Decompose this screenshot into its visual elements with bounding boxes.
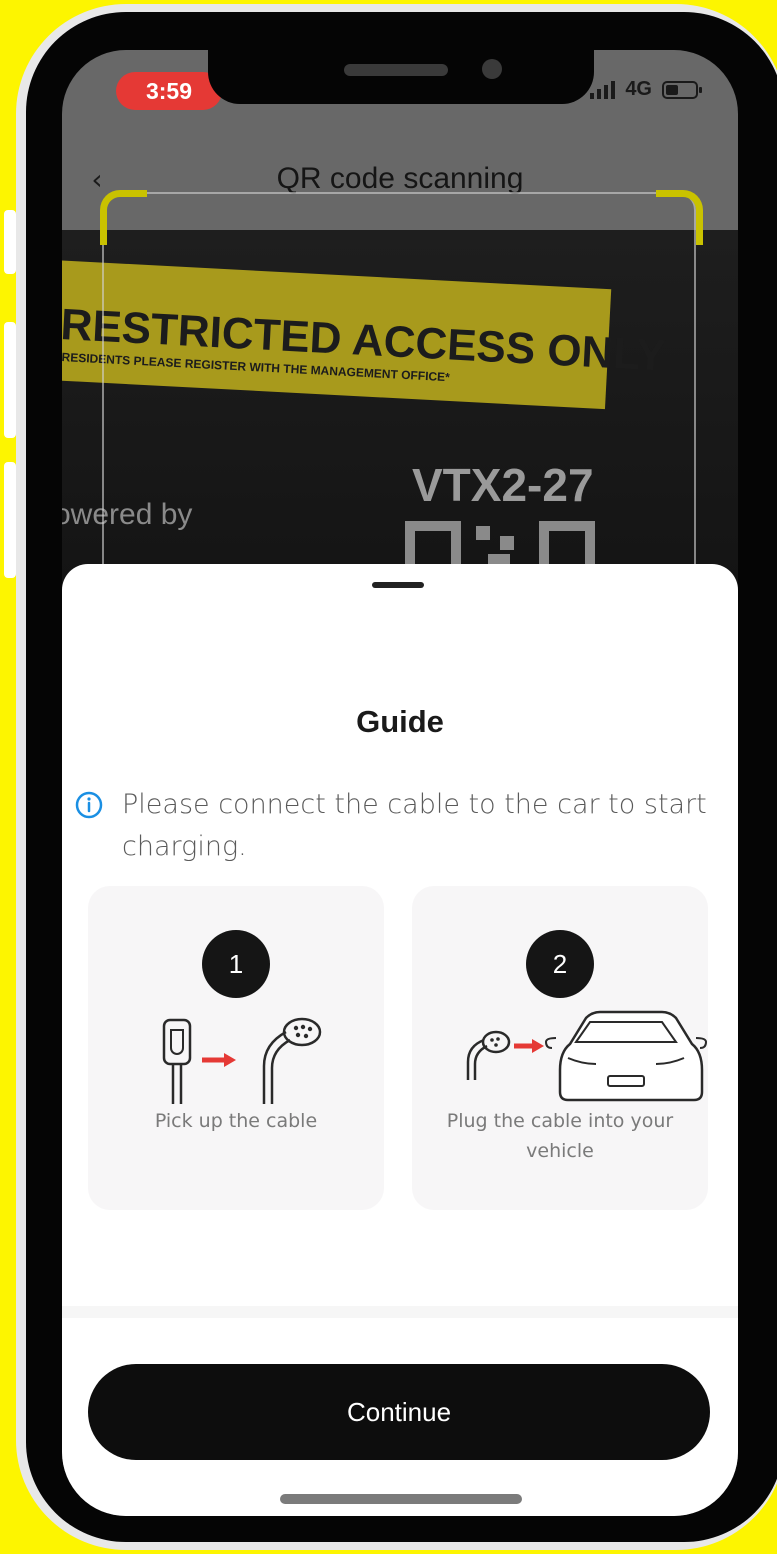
- network-type: 4G: [625, 78, 652, 100]
- step-caption: Plug the cable into your vehicle: [446, 1110, 674, 1162]
- scan-corner-top-right: [656, 190, 703, 245]
- continue-button[interactable]: Continue: [88, 1364, 710, 1460]
- speaker-grille: [344, 64, 448, 76]
- page-title: QR code scanning: [276, 162, 524, 195]
- front-camera: [482, 59, 502, 79]
- step-caption: Pick up the cable: [154, 1110, 318, 1132]
- signal-icon: [590, 80, 616, 99]
- status-indicators: 4G: [590, 78, 702, 101]
- scan-frame: [102, 192, 696, 596]
- sheet-divider: [62, 1306, 738, 1318]
- home-indicator[interactable]: [280, 1494, 522, 1504]
- phone-mute-switch: [4, 210, 16, 274]
- status-time: 3:59: [116, 72, 222, 110]
- app-screen: 3:59 4G ‹ QR code scanning RESTRICTED AC…: [62, 50, 738, 1516]
- sheet-drag-handle[interactable]: [372, 582, 424, 588]
- step-number-badge: 2: [526, 930, 594, 998]
- pick-up-cable-illustration: [162, 1017, 322, 1104]
- guide-title: Guide: [356, 704, 444, 739]
- info-text: Please connect the cable to the car to s…: [122, 789, 707, 862]
- step-card-2: 2 Plug the cable into your vehicle: [412, 886, 708, 1210]
- phone-notch: [208, 40, 594, 104]
- step-card-1: 1 Pick up the cable: [88, 886, 384, 1210]
- plug-cable-into-vehicle-illustration: [466, 1010, 708, 1102]
- info-circle-icon: [75, 791, 103, 819]
- scan-corner-top-left: [100, 190, 147, 245]
- battery-icon: [662, 80, 702, 99]
- info-message: Please connect the cable to the car to s…: [74, 784, 724, 868]
- step-number-badge: 1: [202, 930, 270, 998]
- phone-volume-up-button: [4, 322, 16, 438]
- phone-volume-down-button: [4, 462, 16, 578]
- guide-bottom-sheet: Guide Please connect the cable to the ca…: [62, 564, 738, 1516]
